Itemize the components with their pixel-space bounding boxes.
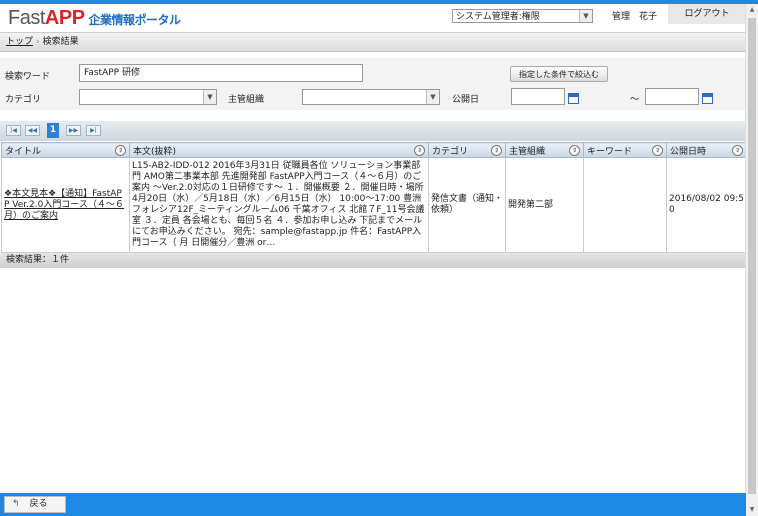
last-page-button[interactable]: ▶| bbox=[86, 125, 101, 136]
column-header-body[interactable]: 本文(抜粋) ⇕ bbox=[129, 142, 429, 158]
cell-category: 発信文書（通知・依頼） bbox=[428, 157, 506, 253]
calendar-icon[interactable] bbox=[702, 93, 713, 104]
date-label: 公開日 bbox=[452, 95, 480, 105]
first-page-button[interactable]: |◀ bbox=[6, 125, 21, 136]
column-header-keyword[interactable]: キーワード ⇕ bbox=[583, 142, 667, 158]
logout-button[interactable]: ログアウト bbox=[668, 4, 746, 24]
logo-fast: Fast bbox=[8, 7, 45, 29]
column-header-category[interactable]: カテゴリ ⇕ bbox=[428, 142, 506, 158]
date-range-tilde: ～ bbox=[630, 95, 640, 105]
sort-icon[interactable]: ⇕ bbox=[732, 145, 743, 156]
result-count-bar: 検索結果：１件 bbox=[0, 253, 746, 268]
column-header-title[interactable]: タイトル ⇕ bbox=[1, 142, 130, 158]
column-header-label: 本文(抜粋) bbox=[133, 146, 177, 157]
sort-icon[interactable]: ⇕ bbox=[115, 145, 126, 156]
pager: |◀ ◀◀ 1 ▶▶ ▶| bbox=[0, 121, 746, 141]
footer-bar: ↰ 戻る bbox=[0, 493, 746, 516]
sort-icon[interactable]: ⇕ bbox=[491, 145, 502, 156]
app-logo[interactable]: FastAPP 企業情報ポータル bbox=[8, 7, 181, 30]
table-row[interactable]: ❖本文見本❖【通知】FastAPP Ver.2.0入門コース（４～６月）のご案内… bbox=[1, 157, 747, 253]
role-select[interactable]: システム管理者:権限 ▼ bbox=[452, 9, 593, 23]
sort-icon[interactable]: ⇕ bbox=[414, 145, 425, 156]
logo-subtitle: 企業情報ポータル bbox=[88, 13, 182, 27]
keyword-input[interactable]: FastAPP 研修 bbox=[79, 64, 363, 82]
cell-org: 開発第二部 bbox=[505, 157, 584, 253]
column-header-label: キーワード bbox=[587, 146, 633, 157]
org-select[interactable]: ▼ bbox=[302, 89, 440, 105]
date-from-input[interactable] bbox=[511, 88, 565, 105]
scroll-down-icon[interactable]: ▼ bbox=[746, 504, 758, 516]
role-select-value: システム管理者:権限 bbox=[456, 12, 540, 22]
breadcrumb: トップ › 検索結果 bbox=[0, 32, 746, 52]
column-header-label: 公開日時 bbox=[670, 146, 707, 157]
category-select[interactable]: ▼ bbox=[79, 89, 217, 105]
cell-date: 2016/08/02 09:50 bbox=[666, 157, 747, 253]
logo-app: APP bbox=[44, 7, 85, 29]
table-header-row: タイトル ⇕ 本文(抜粋) ⇕ カテゴリ ⇕ 主管組織 ⇕ キーワード ⇕ 公開日時 ⇕ bbox=[1, 142, 747, 158]
breadcrumb-current: 検索結果 bbox=[42, 37, 79, 47]
scrollbar-thumb[interactable] bbox=[748, 18, 756, 494]
org-label: 主管組織 bbox=[228, 95, 265, 105]
back-button[interactable]: ↰ 戻る bbox=[4, 496, 66, 513]
breadcrumb-top-link[interactable]: トップ bbox=[6, 37, 33, 47]
result-count: 検索結果：１件 bbox=[6, 255, 70, 265]
back-button-label: 戻る bbox=[29, 499, 48, 509]
prev-page-button[interactable]: ◀◀ bbox=[25, 125, 40, 136]
keyword-label: 検索ワード bbox=[5, 72, 51, 82]
chevron-down-icon[interactable]: ▼ bbox=[426, 90, 439, 104]
user-name: 管理 花子 bbox=[612, 12, 658, 22]
next-page-button[interactable]: ▶▶ bbox=[66, 125, 81, 136]
column-header-org[interactable]: 主管組織 ⇕ bbox=[505, 142, 584, 158]
sort-icon[interactable]: ⇕ bbox=[569, 145, 580, 156]
back-arrow-icon: ↰ bbox=[12, 499, 20, 509]
result-title-link[interactable]: ❖本文見本❖【通知】FastAPP Ver.2.0入門コース（４～６月）のご案内 bbox=[4, 189, 124, 221]
vertical-scrollbar[interactable]: ▲ ▼ bbox=[745, 4, 758, 516]
sort-icon[interactable]: ⇕ bbox=[652, 145, 663, 156]
results-table: タイトル ⇕ 本文(抜粋) ⇕ カテゴリ ⇕ 主管組織 ⇕ キーワード ⇕ 公開日時 ⇕ ❖… bbox=[1, 142, 747, 253]
column-header-label: 主管組織 bbox=[509, 146, 546, 157]
chevron-down-icon[interactable]: ▼ bbox=[579, 10, 592, 22]
category-label: カテゴリ bbox=[5, 95, 42, 105]
search-panel: 検索ワード FastAPP 研修 指定した条件で絞込む カテゴリ ▼ 主管組織 … bbox=[0, 58, 746, 110]
calendar-icon[interactable] bbox=[568, 93, 579, 104]
filter-button[interactable]: 指定した条件で絞込む bbox=[510, 66, 608, 82]
cell-keyword bbox=[583, 157, 667, 253]
breadcrumb-separator: › bbox=[36, 37, 40, 47]
column-header-date[interactable]: 公開日時 ⇕ bbox=[666, 142, 747, 158]
keyword-input-value: FastAPP 研修 bbox=[84, 68, 140, 78]
column-header-label: カテゴリ bbox=[432, 146, 469, 157]
chevron-down-icon[interactable]: ▼ bbox=[203, 90, 216, 104]
cell-title: ❖本文見本❖【通知】FastAPP Ver.2.0入門コース（４～６月）のご案内 bbox=[1, 157, 130, 253]
date-to-input[interactable] bbox=[645, 88, 699, 105]
scroll-up-icon[interactable]: ▲ bbox=[746, 4, 758, 16]
app-header: FastAPP 企業情報ポータル システム管理者:権限 ▼ 管理 花子 ログアウト bbox=[0, 4, 746, 30]
current-page[interactable]: 1 bbox=[47, 123, 59, 138]
cell-body: L15-AB2-IDD-012 2016年3月31日 従職員各位 ソリューション… bbox=[129, 157, 429, 253]
column-header-label: タイトル bbox=[5, 146, 42, 157]
